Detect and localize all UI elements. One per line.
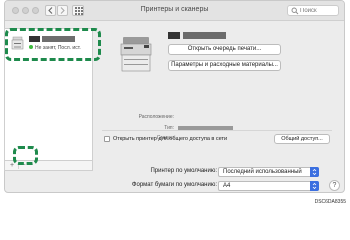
default-paper-size-label: Формат бумаги по умолчанию: — [131, 182, 217, 188]
default-printer-popup[interactable]: Последний использованный — [218, 167, 319, 177]
search-icon — [291, 7, 299, 15]
search-input[interactable] — [300, 6, 338, 15]
popup-arrow — [310, 167, 319, 177]
default-printer-value: Последний использованный — [223, 169, 302, 175]
location-label: Расположение: — [138, 114, 174, 120]
default-paper-size-value: A4 — [223, 183, 231, 189]
up-down-chevron-icon — [312, 168, 317, 176]
popup-arrow — [310, 181, 319, 191]
default-printer-label: Принтер по умолчанию: — [150, 168, 217, 174]
share-row: Открыть принтер для общего доступа в сет… — [102, 130, 332, 144]
default-paper-size-popup[interactable]: A4 — [218, 181, 319, 191]
options-supplies-button[interactable]: Параметры и расходные материалы... — [168, 60, 281, 71]
printer-title-redacted — [168, 32, 226, 39]
highlight-add-remove-buttons — [13, 146, 38, 165]
figure-code: DSC6DA8355 — [314, 199, 346, 205]
help-button[interactable]: ? — [329, 180, 340, 191]
sharing-preferences-button[interactable]: Общий доступ... — [274, 134, 330, 144]
title-bar: Принтеры и сканеры — [5, 1, 344, 21]
highlight-printer-selection — [5, 28, 101, 61]
open-print-queue-button[interactable]: Открыть очередь печати... — [168, 44, 281, 55]
share-printer-checkbox[interactable] — [104, 136, 110, 142]
multifunction-printer-icon — [120, 37, 152, 72]
share-printer-label: Открыть принтер для общего доступа в сет… — [113, 136, 228, 142]
up-down-chevron-icon — [312, 182, 317, 190]
search-field[interactable] — [287, 5, 339, 16]
